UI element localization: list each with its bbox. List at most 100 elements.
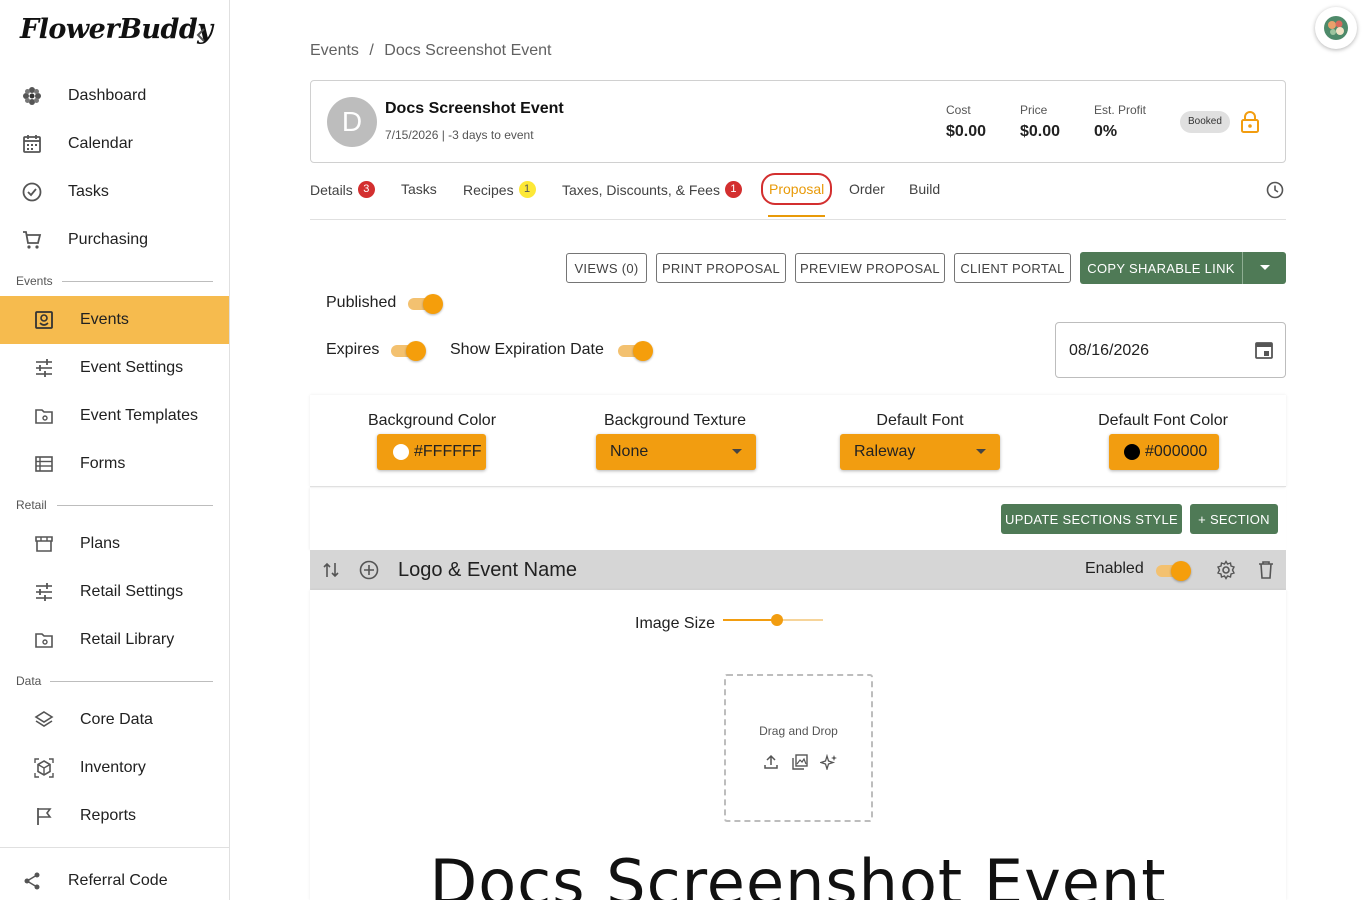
sidebar-item-retail-library[interactable]: Retail Library [0, 616, 229, 664]
folder-icon [35, 633, 53, 648]
default-font-select[interactable]: Raleway [840, 434, 1000, 470]
update-sections-style-button[interactable]: UPDATE SECTIONS STYLE [1001, 504, 1182, 534]
group-divider [50, 681, 213, 682]
group-divider [62, 281, 213, 282]
sliders-icon [36, 359, 52, 377]
stat-value: $0.00 [1020, 123, 1061, 140]
active-tab-indicator [768, 215, 825, 217]
expires-label: Expires [326, 341, 380, 358]
sidebar-item-events[interactable]: Events [0, 296, 229, 344]
calendar-icon[interactable] [1254, 340, 1274, 360]
sidebar-item-purchasing[interactable]: Purchasing [0, 216, 229, 264]
sidebar-item-calendar[interactable]: Calendar [0, 120, 229, 168]
background-color-button[interactable]: #FFFFFF [377, 434, 486, 470]
trash-icon[interactable] [1257, 560, 1275, 580]
sidebar-item-label: Core Data [80, 711, 153, 728]
background-color-value: #FFFFFF [414, 443, 482, 460]
tab-label: Taxes, Discounts, & Fees [562, 181, 720, 198]
reorder-icon[interactable] [322, 561, 340, 579]
tab-label: Build [909, 181, 941, 197]
copy-link-menu-button[interactable] [1242, 252, 1286, 284]
image-dropzone[interactable]: Drag and Drop [724, 674, 873, 822]
print-proposal-button[interactable]: PRINT PROPOSAL [656, 253, 786, 283]
sidebar-item-core-data[interactable]: Core Data [0, 696, 229, 744]
expiration-date-value: 08/16/2026 [1069, 342, 1150, 359]
add-section-button[interactable]: + SECTION [1190, 504, 1278, 534]
slider-fill [723, 619, 777, 621]
expiration-date-field[interactable]: 08/16/2026 [1055, 322, 1286, 378]
show-expiration-row: Show Expiration Date [450, 339, 654, 361]
expires-row: Expires [326, 339, 427, 361]
sidebar-item-label: Purchasing [68, 231, 149, 248]
gear-icon[interactable] [1216, 560, 1236, 580]
tab-tasks[interactable]: Tasks [401, 181, 437, 197]
user-avatar[interactable] [1315, 7, 1357, 49]
tab-taxes-discounts-fees[interactable]: Taxes, Discounts, & Fees 1 [562, 181, 742, 198]
sidebar-group-retail: Retail [16, 498, 47, 512]
sidebar-item-reports[interactable]: Reports [0, 792, 229, 840]
published-toggle[interactable] [406, 292, 444, 314]
breadcrumb-current: Docs Screenshot Event [384, 42, 552, 59]
app-root: FlowerBuddy Dashboard Calendar Tasks Pur… [0, 0, 1365, 900]
sidebar-item-tasks[interactable]: Tasks [0, 168, 229, 216]
default-font-color-button[interactable]: #000000 [1109, 434, 1219, 470]
breadcrumb-root[interactable]: Events [310, 42, 359, 59]
cube-icon [34, 758, 54, 778]
upload-icon[interactable] [764, 754, 778, 770]
copy-sharable-link-button[interactable]: COPY SHARABLE LINK [1080, 252, 1242, 284]
sidebar-item-referral-code[interactable]: Referral Code [0, 857, 229, 900]
tab-build[interactable]: Build [909, 181, 940, 197]
sidebar-item-dashboard[interactable]: Dashboard [0, 72, 229, 120]
tab-proposal[interactable]: Proposal [761, 173, 833, 205]
sidebar-item-event-templates[interactable]: Event Templates [0, 392, 229, 440]
sparkle-icon[interactable] [820, 754, 838, 770]
event-title: Docs Screenshot Event [385, 100, 564, 117]
sidebar-item-plans[interactable]: Plans [0, 520, 229, 568]
dropzone-text: Drag and Drop [759, 724, 838, 738]
sidebar-item-label: Calendar [68, 135, 133, 152]
preview-proposal-button[interactable]: PREVIEW PROPOSAL [795, 253, 945, 283]
default-font-color-value: #000000 [1145, 443, 1208, 460]
show-expiration-toggle[interactable] [616, 339, 654, 361]
event-subtitle: 7/15/2026 | -3 days to event [385, 128, 534, 142]
avatar: D [327, 97, 377, 147]
image-library-icon[interactable] [792, 754, 808, 770]
tab-recipes[interactable]: Recipes 1 [463, 181, 536, 198]
expires-toggle[interactable] [389, 339, 427, 361]
background-texture-select[interactable]: None [596, 434, 756, 470]
default-font-value: Raleway [854, 443, 916, 460]
section-enabled-toggle[interactable] [1154, 559, 1192, 581]
default-font-color-label: Default Font Color [1098, 412, 1228, 429]
image-size-slider[interactable] [723, 614, 823, 626]
sidebar-item-label: Plans [80, 535, 121, 552]
history-icon[interactable] [1266, 181, 1284, 199]
sidebar-divider [0, 847, 229, 848]
layers-icon [34, 711, 54, 727]
tab-order[interactable]: Order [849, 181, 885, 197]
tab-label: Order [849, 181, 885, 197]
sidebar-item-retail-settings[interactable]: Retail Settings [0, 568, 229, 616]
caret-down-icon [732, 449, 742, 454]
stat-price: Price $0.00 [1020, 103, 1060, 141]
stat-value: 0% [1094, 123, 1118, 140]
lock-icon[interactable] [1240, 110, 1260, 134]
status-badge[interactable]: Booked [1180, 111, 1230, 133]
section-header: Logo & Event Name Enabled [310, 550, 1286, 590]
sidebar-item-label: Events [80, 311, 129, 328]
logo[interactable]: FlowerBuddy [20, 14, 213, 45]
stat-est-profit: Est. Profit 0% [1094, 103, 1146, 141]
tab-label: Proposal [769, 181, 825, 197]
chevron-left-icon[interactable] [192, 24, 210, 46]
sidebar-item-label: Dashboard [68, 87, 147, 104]
sliders-icon [36, 583, 52, 601]
add-circle-icon[interactable] [359, 560, 379, 580]
views-button[interactable]: VIEWS (0) [566, 253, 647, 283]
count-badge: 1 [724, 181, 742, 198]
sidebar-item-forms[interactable]: Forms [0, 440, 229, 488]
client-portal-button[interactable]: CLIENT PORTAL [954, 253, 1071, 283]
count-badge: 1 [518, 181, 536, 198]
sidebar-item-event-settings[interactable]: Event Settings [0, 344, 229, 392]
slider-thumb[interactable] [771, 614, 783, 626]
tab-details[interactable]: Details 3 [310, 181, 375, 198]
sidebar-item-inventory[interactable]: Inventory [0, 744, 229, 792]
